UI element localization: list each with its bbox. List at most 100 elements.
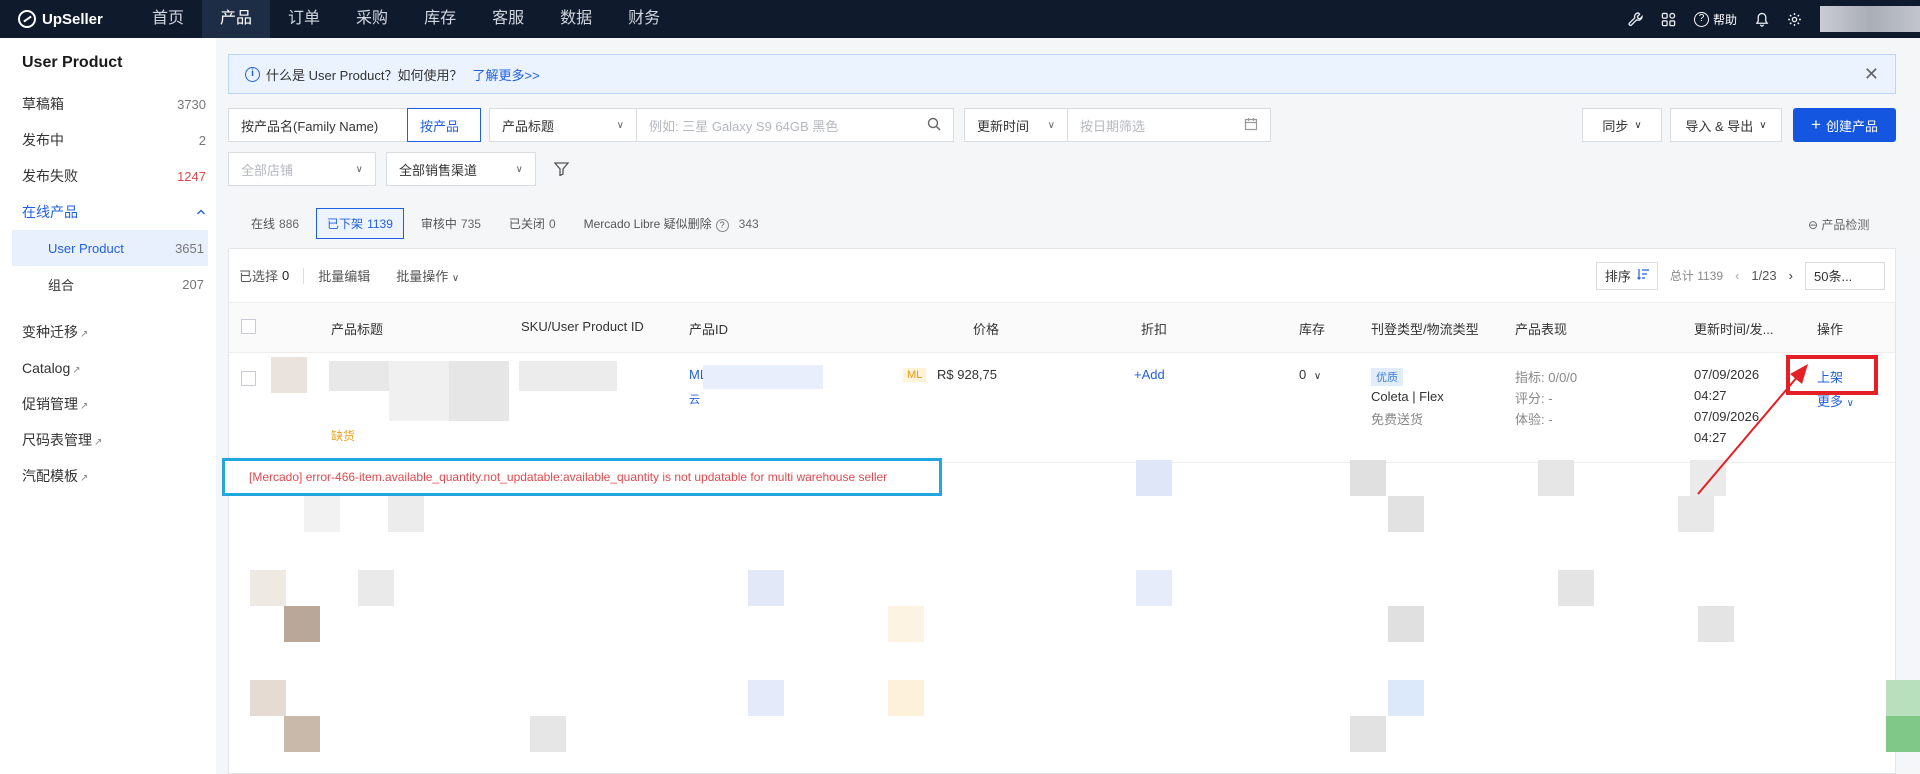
external-link-icon: ↗: [94, 437, 103, 448]
sidebar-item-publishing[interactable]: 发布中 2: [0, 122, 216, 158]
redacted-block: [284, 606, 320, 642]
tab-count: 735: [460, 217, 481, 231]
sidebar-link-catalog[interactable]: Catalog ↗: [0, 350, 216, 386]
page-size-select[interactable]: 50条...: [1805, 261, 1885, 290]
info-icon: i: [245, 66, 260, 82]
brand-logo[interactable]: UpSeller: [18, 10, 134, 28]
tab-mercado-suspected-deleted[interactable]: Mercado Libre 疑似删除? 343: [573, 208, 770, 239]
search-input[interactable]: 例如: 三星 Galaxy S9 64GB 黑色: [636, 108, 954, 142]
channel-select-value: 全部销售渠道: [399, 162, 478, 178]
sidebar-item-publish-failed[interactable]: 发布失败 1247: [0, 158, 216, 194]
tab-count: 0: [548, 217, 556, 231]
learn-more-link[interactable]: 了解更多>>: [472, 65, 539, 84]
sidebar-item-drafts[interactable]: 草稿箱 3730: [0, 86, 216, 122]
next-page-icon[interactable]: ›: [1789, 268, 1793, 283]
nav-item-data[interactable]: 数据: [542, 0, 610, 38]
tab-count: 343: [738, 217, 759, 231]
by-product-tab[interactable]: 按产品: [407, 108, 481, 142]
nav-item-home[interactable]: 首页: [134, 0, 202, 38]
channel-select[interactable]: 全部销售渠道 ∨: [386, 152, 536, 186]
import-export-dropdown[interactable]: 导入 & 导出 ∨: [1670, 108, 1782, 142]
bell-icon[interactable]: [1755, 12, 1769, 27]
nav-item-products[interactable]: 产品: [202, 0, 271, 38]
tab-closed[interactable]: 已关闭 0: [498, 208, 567, 239]
nav-item-purchasing[interactable]: 采购: [338, 0, 406, 38]
filter-icon[interactable]: [553, 162, 570, 179]
prev-page-icon[interactable]: ‹: [1735, 268, 1739, 283]
sidebar-link-variant-migration[interactable]: 变种迁移 ↗: [0, 314, 216, 350]
search-field-select-value: 产品标题: [502, 118, 555, 134]
tab-delisted[interactable]: 已下架 1139: [316, 208, 404, 239]
sidebar-link-promotions[interactable]: 促销管理 ↗: [0, 386, 216, 422]
date-filter-input[interactable]: 按日期筛选: [1067, 108, 1271, 142]
add-discount-link[interactable]: +Add: [1134, 367, 1165, 382]
external-link-icon: ↗: [80, 473, 89, 484]
batch-ops-label: 批量操作: [396, 269, 449, 284]
user-avatar[interactable]: [1820, 6, 1920, 32]
sync-dropdown[interactable]: 同步 ∨: [1582, 108, 1662, 142]
tab-online[interactable]: 在线 886: [240, 208, 310, 239]
listing-type-badge: 优质: [1371, 368, 1403, 386]
sidebar-link-label: 尺码表管理: [22, 432, 92, 448]
col-title: 产品标题: [331, 322, 384, 337]
logistics-type: Coleta | Flex: [1371, 389, 1444, 404]
external-link-icon: ↗: [80, 329, 89, 340]
stock-dropdown[interactable]: 0 ∨: [1299, 367, 1321, 382]
sidebar-link-auto-parts-template[interactable]: 汽配模板 ↗: [0, 458, 216, 494]
ml-badge: ML: [903, 368, 927, 382]
product-title-blurred[interactable]: [329, 361, 389, 391]
tab-under-review[interactable]: 审核中 735: [410, 208, 492, 239]
sidebar-link-size-chart[interactable]: 尺码表管理 ↗: [0, 422, 216, 458]
redacted-block: [1388, 680, 1424, 716]
product-id-blurred: [703, 365, 823, 389]
nav-item-customer-service[interactable]: 客服: [474, 0, 542, 38]
sidebar-item-label: User Product: [48, 240, 124, 256]
nav-item-inventory[interactable]: 库存: [406, 0, 474, 38]
chevron-down-icon: ∨: [451, 273, 460, 284]
sort-button[interactable]: 排序: [1595, 261, 1658, 290]
col-discount: 折扣: [1141, 322, 1168, 337]
redacted-block: [1136, 460, 1172, 496]
sidebar-group-online-products[interactable]: 在线产品: [0, 194, 216, 230]
product-id-sub[interactable]: 云: [689, 391, 700, 407]
perf-metric: 指标: 0/0/0: [1515, 370, 1578, 385]
selected-count: 0: [282, 268, 290, 283]
redacted-block: [1678, 496, 1714, 532]
help-button[interactable]: ? 帮助: [1693, 11, 1737, 28]
family-name-tab-label: 按产品名(Family Name): [241, 118, 379, 134]
time-field-select-value: 更新时间: [977, 118, 1030, 134]
redacted-rows: [228, 460, 1920, 774]
info-text: 什么是 User Product？如何使用？: [266, 67, 463, 83]
family-name-tab[interactable]: 按产品名(Family Name): [228, 108, 408, 142]
select-all-checkbox[interactable]: [241, 319, 256, 334]
redacted-block: [388, 496, 424, 532]
external-link-icon: ↗: [80, 401, 89, 412]
search-icon[interactable]: [927, 117, 941, 134]
product-thumbnail[interactable]: [271, 357, 307, 393]
nav-item-orders[interactable]: 订单: [270, 0, 338, 38]
product-detect-link[interactable]: ⊖ 产品检测: [1808, 216, 1869, 233]
create-product-label: 创建产品: [1825, 118, 1878, 134]
store-select[interactable]: 全部店铺 ∨: [228, 152, 376, 186]
redacted-block: [389, 361, 449, 421]
chevron-down-icon: ∨: [1846, 398, 1854, 409]
sidebar-item-user-product[interactable]: User Product 3651: [12, 230, 208, 266]
batch-ops-dropdown[interactable]: 批量操作 ∨: [396, 266, 459, 285]
tab-label: 在线: [251, 217, 276, 231]
sidebar-item-count: 3651: [175, 240, 204, 256]
question-icon[interactable]: ?: [715, 219, 729, 232]
apps-grid-icon[interactable]: [1661, 12, 1676, 27]
upseller-logo-icon: [18, 10, 36, 28]
time-field-select[interactable]: 更新时间 ∨: [964, 108, 1068, 142]
sidebar-item-bundle[interactable]: 组合 207: [12, 266, 208, 302]
search-field-select[interactable]: 产品标题 ∨: [489, 108, 637, 142]
batch-edit-button[interactable]: 批量编辑: [318, 266, 370, 285]
close-icon[interactable]: ✕: [1864, 64, 1879, 85]
col-sku: SKU/User Product ID: [521, 319, 644, 334]
nav-item-finance[interactable]: 财务: [610, 0, 678, 38]
gear-icon[interactable]: [1787, 12, 1802, 27]
row-checkbox[interactable]: [241, 371, 256, 386]
redacted-block: [1886, 716, 1920, 752]
create-product-button[interactable]: + 创建产品: [1793, 108, 1896, 142]
wrench-icon[interactable]: [1628, 11, 1643, 27]
